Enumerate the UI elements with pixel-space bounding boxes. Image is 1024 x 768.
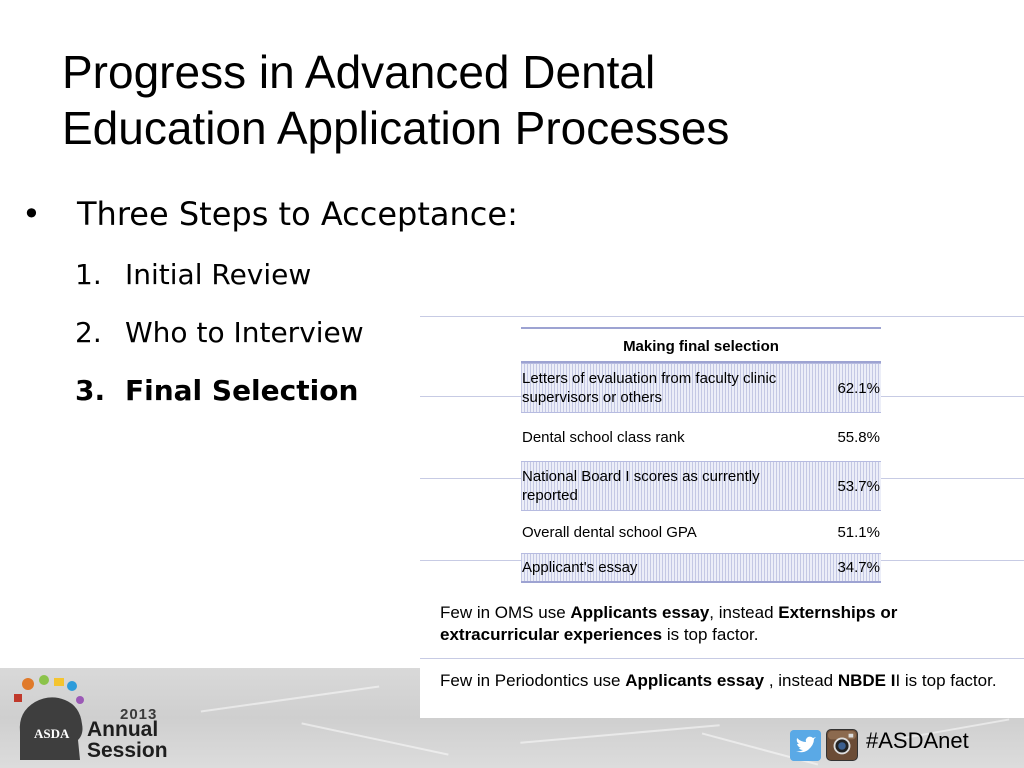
note-text: I is top factor. xyxy=(895,671,997,690)
note-text: is top factor. xyxy=(662,625,759,644)
step-label: Who to Interview xyxy=(125,316,364,349)
note-emphasis: Applicants essay xyxy=(625,671,765,690)
instagram-icon[interactable] xyxy=(826,729,858,761)
twitter-icon[interactable] xyxy=(790,730,821,761)
steps-list: 1. Initial Review 2. Who to Interview 3. Fi… xyxy=(75,256,364,430)
table-row-label: Letters of evaluation from faculty clini… xyxy=(522,370,777,406)
table-row-label: Applicant's essay xyxy=(522,559,638,576)
bullet-marker: • xyxy=(22,195,41,233)
table-row-value: 55.8% xyxy=(837,428,880,446)
divider-rule xyxy=(420,316,1024,317)
table-row-label: Overall dental school GPA xyxy=(522,523,697,541)
note-text: , instead xyxy=(764,671,838,690)
step-number: 1. xyxy=(75,258,102,291)
divider-rule xyxy=(420,658,1024,659)
slide-title-line-1: Progress in Advanced Dental xyxy=(62,46,656,98)
table-row-value: 53.7% xyxy=(837,477,880,495)
slide-title-line-2: Education Application Processes xyxy=(62,102,730,154)
final-selection-table: Making final selection Letters of evalua… xyxy=(521,327,881,583)
step-number: 2. xyxy=(75,316,102,349)
texture-crack xyxy=(200,685,380,713)
note-text: Few in OMS use xyxy=(440,603,571,622)
step-item-initial-review: 1. Initial Review xyxy=(75,256,364,314)
step-label: Initial Review xyxy=(125,258,312,291)
table-row: Applicant's essay 34.7% xyxy=(521,553,881,583)
note-periodontics: Few in Periodontics use Applicants essay… xyxy=(440,670,1010,692)
table-header: Making final selection xyxy=(521,327,881,363)
logo-line-annual: Annual xyxy=(87,718,159,741)
slide-title: Progress in Advanced Dental Education Ap… xyxy=(62,44,962,156)
step-item-who-to-interview: 2. Who to Interview xyxy=(75,314,364,372)
table-row: Letters of evaluation from faculty clini… xyxy=(521,363,881,413)
note-emphasis: Applicants essay xyxy=(570,603,710,622)
note-oms: Few in OMS use Applicants essay, instead… xyxy=(440,602,1010,646)
table-row-value: 51.1% xyxy=(837,523,880,541)
note-text: Few in Periodontics use xyxy=(440,671,626,690)
texture-crack xyxy=(520,724,720,744)
table-row-value: 34.7% xyxy=(837,559,880,576)
logo-line-session: Session xyxy=(87,739,168,762)
note-emphasis: NBDE I xyxy=(837,671,896,690)
table-row: Overall dental school GPA 51.1% xyxy=(521,511,881,553)
texture-crack xyxy=(301,722,449,756)
step-label: Final Selection xyxy=(125,374,359,407)
step-item-final-selection: 3. Final Selection xyxy=(75,372,364,430)
logo-initials: ASDA xyxy=(34,726,70,741)
table-row: National Board I scores as currently rep… xyxy=(521,461,881,511)
table-row: Dental school class rank 55.8% xyxy=(521,413,881,461)
table-row-value: 62.1% xyxy=(837,379,880,397)
step-number: 3. xyxy=(75,374,106,407)
bullet-text: Three Steps to Acceptance: xyxy=(77,195,518,233)
hashtag-text: #ASDAnet xyxy=(866,728,969,753)
table-row-label: Dental school class rank xyxy=(522,428,685,446)
table-row-label: National Board I scores as currently rep… xyxy=(522,468,760,504)
logo-head-icon xyxy=(14,675,84,760)
note-text: , instead xyxy=(709,603,779,622)
